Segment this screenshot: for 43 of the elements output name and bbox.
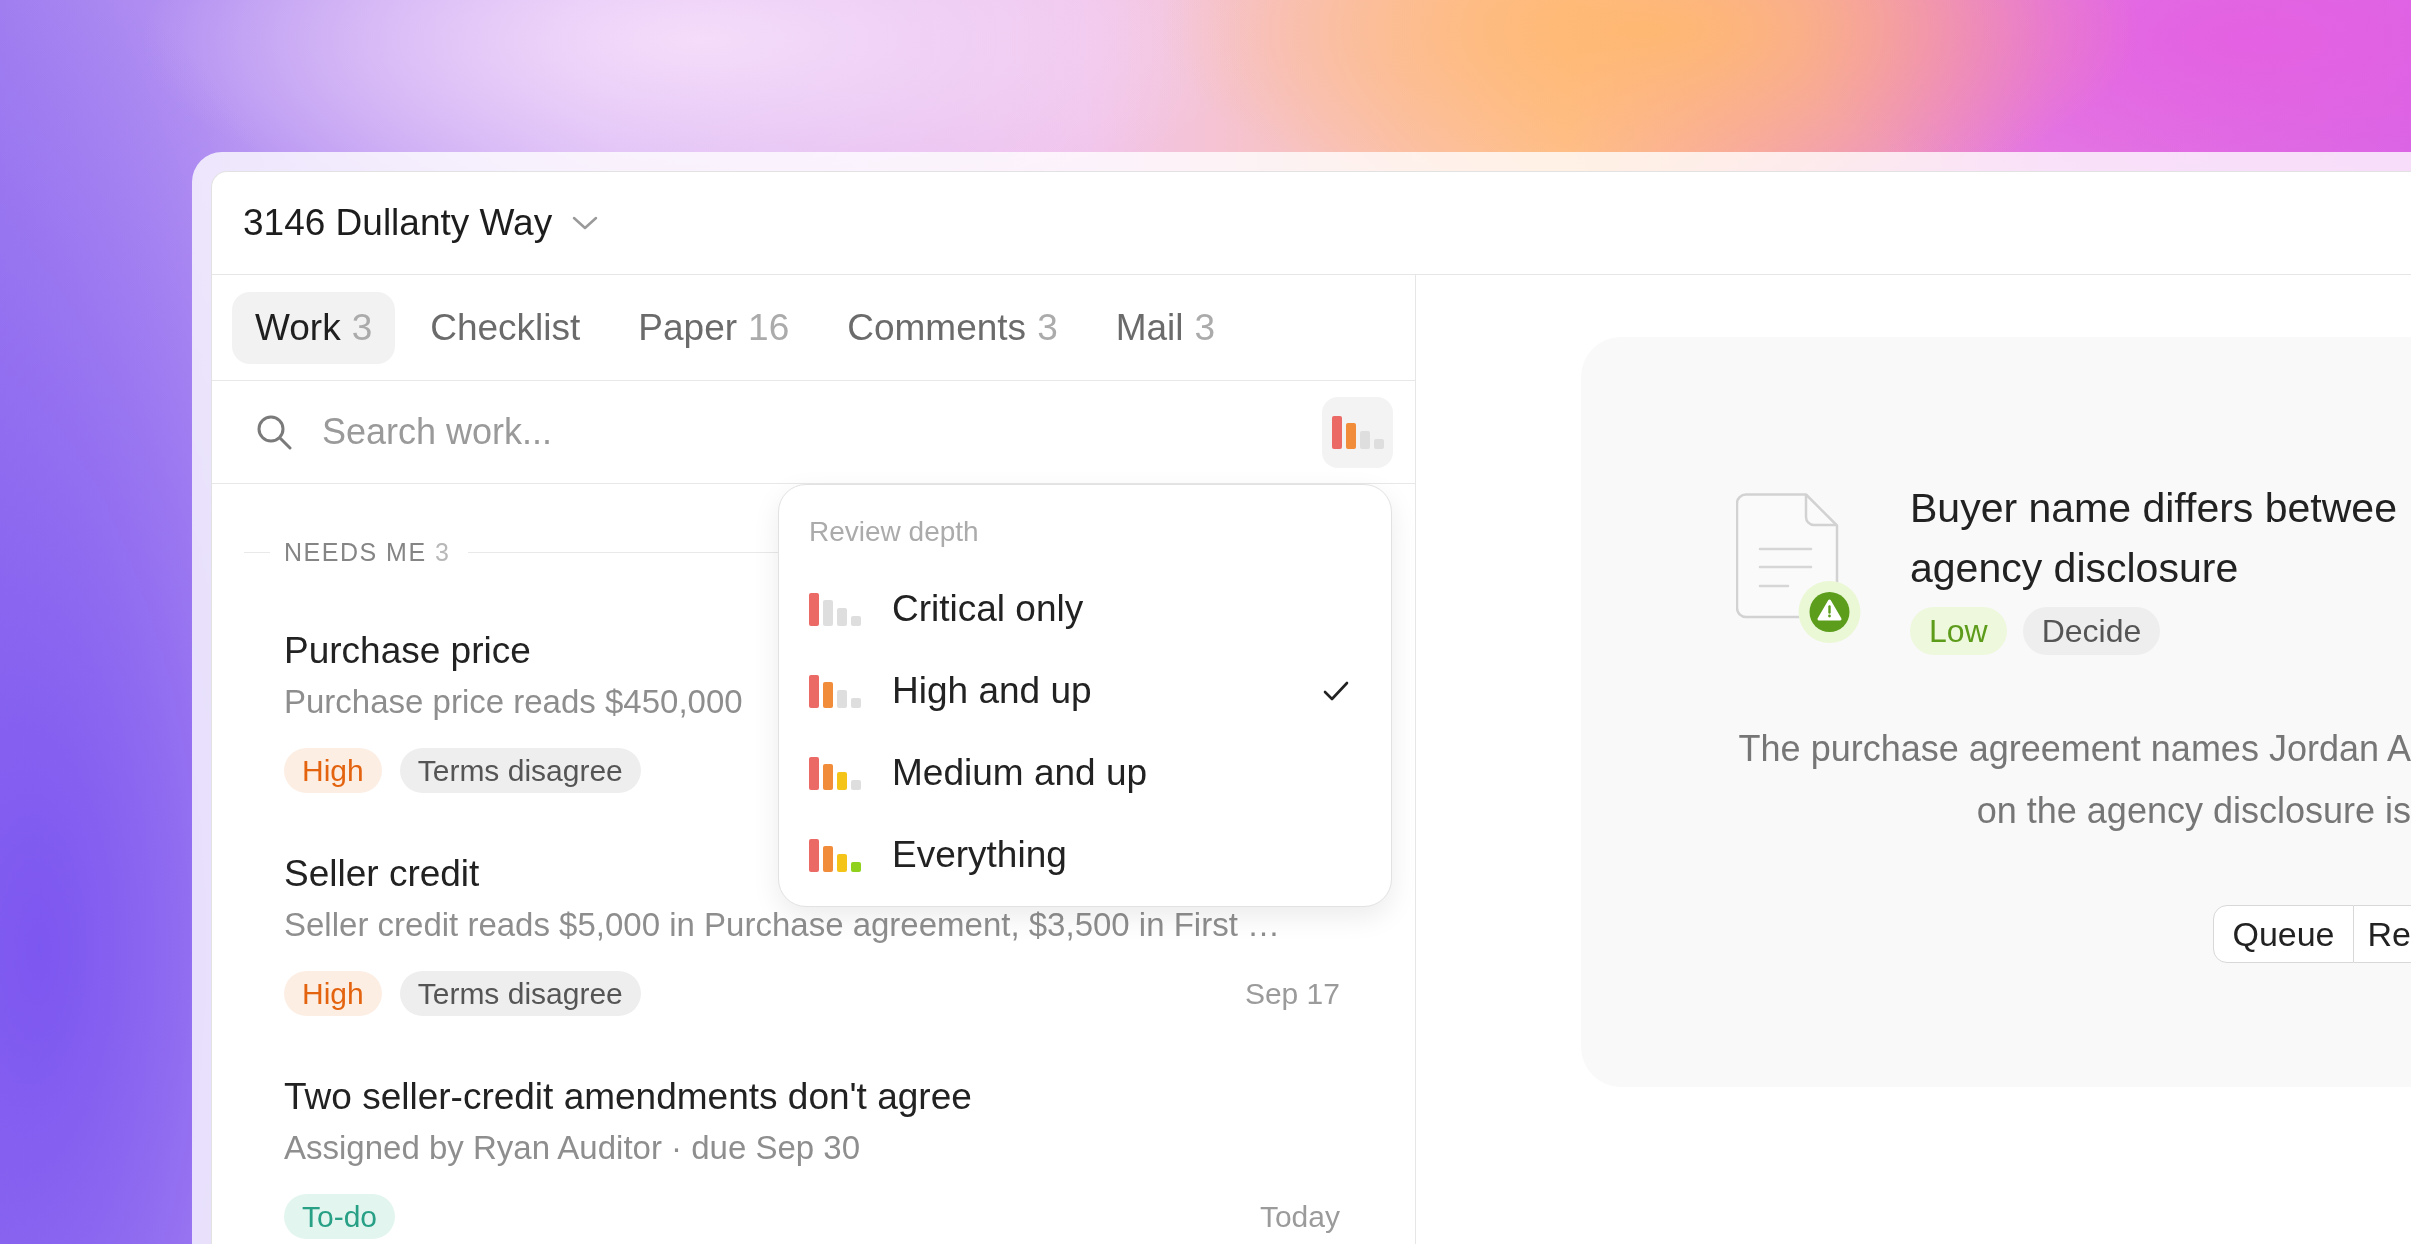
priority-tag: Low [1910, 607, 2007, 655]
issue-title: agency disclosure [1910, 544, 2239, 593]
severity-bars-icon [809, 674, 861, 708]
item-date: Today [1259, 1199, 1340, 1234]
menu-option[interactable]: Medium and up [779, 732, 1391, 814]
tab[interactable]: Checklist [407, 292, 604, 364]
item-title[interactable]: Two seller-credit amendments don't agree [284, 1073, 972, 1121]
item-description: Seller credit reads $5,000 in Purchase agreement, $3,500 in First … [284, 905, 1281, 945]
filter-button[interactable] [1322, 396, 1393, 468]
item-title[interactable]: Seller credit [284, 850, 480, 898]
chevron-down-icon [572, 216, 599, 230]
action-button[interactable]: Re [2353, 905, 2411, 963]
priority-tag: High [284, 748, 382, 793]
category-tag: Terms disagree [399, 748, 641, 793]
item-date: Sep 17 [1244, 976, 1340, 1011]
priority-tag: High [284, 971, 382, 1016]
tab[interactable]: Comments 3 [824, 292, 1081, 364]
menu-option[interactable]: High and up [779, 650, 1391, 732]
search-field[interactable]: Search work... [322, 407, 1292, 457]
menu-option[interactable]: Critical only [779, 568, 1391, 650]
category-tag: Terms disagree [399, 971, 641, 1016]
tab[interactable]: Mail 3 [1092, 292, 1239, 364]
item-title[interactable]: Purchase price [284, 627, 531, 675]
menu-heading: Review depth [808, 515, 979, 549]
tab[interactable]: Work 3 [232, 292, 396, 364]
menu-option[interactable]: Everything [779, 814, 1391, 896]
severity-bars-icon [809, 838, 861, 872]
document-warning-icon [1736, 493, 1862, 644]
section-heading: NEEDS ME 3 [284, 537, 451, 567]
issue-title: Buyer name differs betwee [1910, 484, 2397, 533]
action-button[interactable]: Queue [2213, 905, 2354, 963]
issue-description: The purchase agreement names Jordan A [1738, 727, 2411, 771]
severity-bars-icon [1331, 415, 1384, 449]
severity-bars-icon [809, 756, 861, 790]
item-description: Purchase price reads $450,000 [284, 682, 743, 722]
search-icon [256, 414, 292, 450]
severity-bars-icon [809, 592, 861, 626]
tab[interactable]: Paper 16 [615, 292, 813, 364]
property-dropdown[interactable]: 3146 Dullanty Way [243, 202, 599, 244]
item-description: Assigned by Ryan Auditor · due Sep 30 [284, 1128, 861, 1168]
status-tag: To-do [284, 1194, 396, 1239]
issue-description: on the agency disclosure is [1976, 789, 2411, 833]
action-tag: Decide [2022, 607, 2161, 655]
